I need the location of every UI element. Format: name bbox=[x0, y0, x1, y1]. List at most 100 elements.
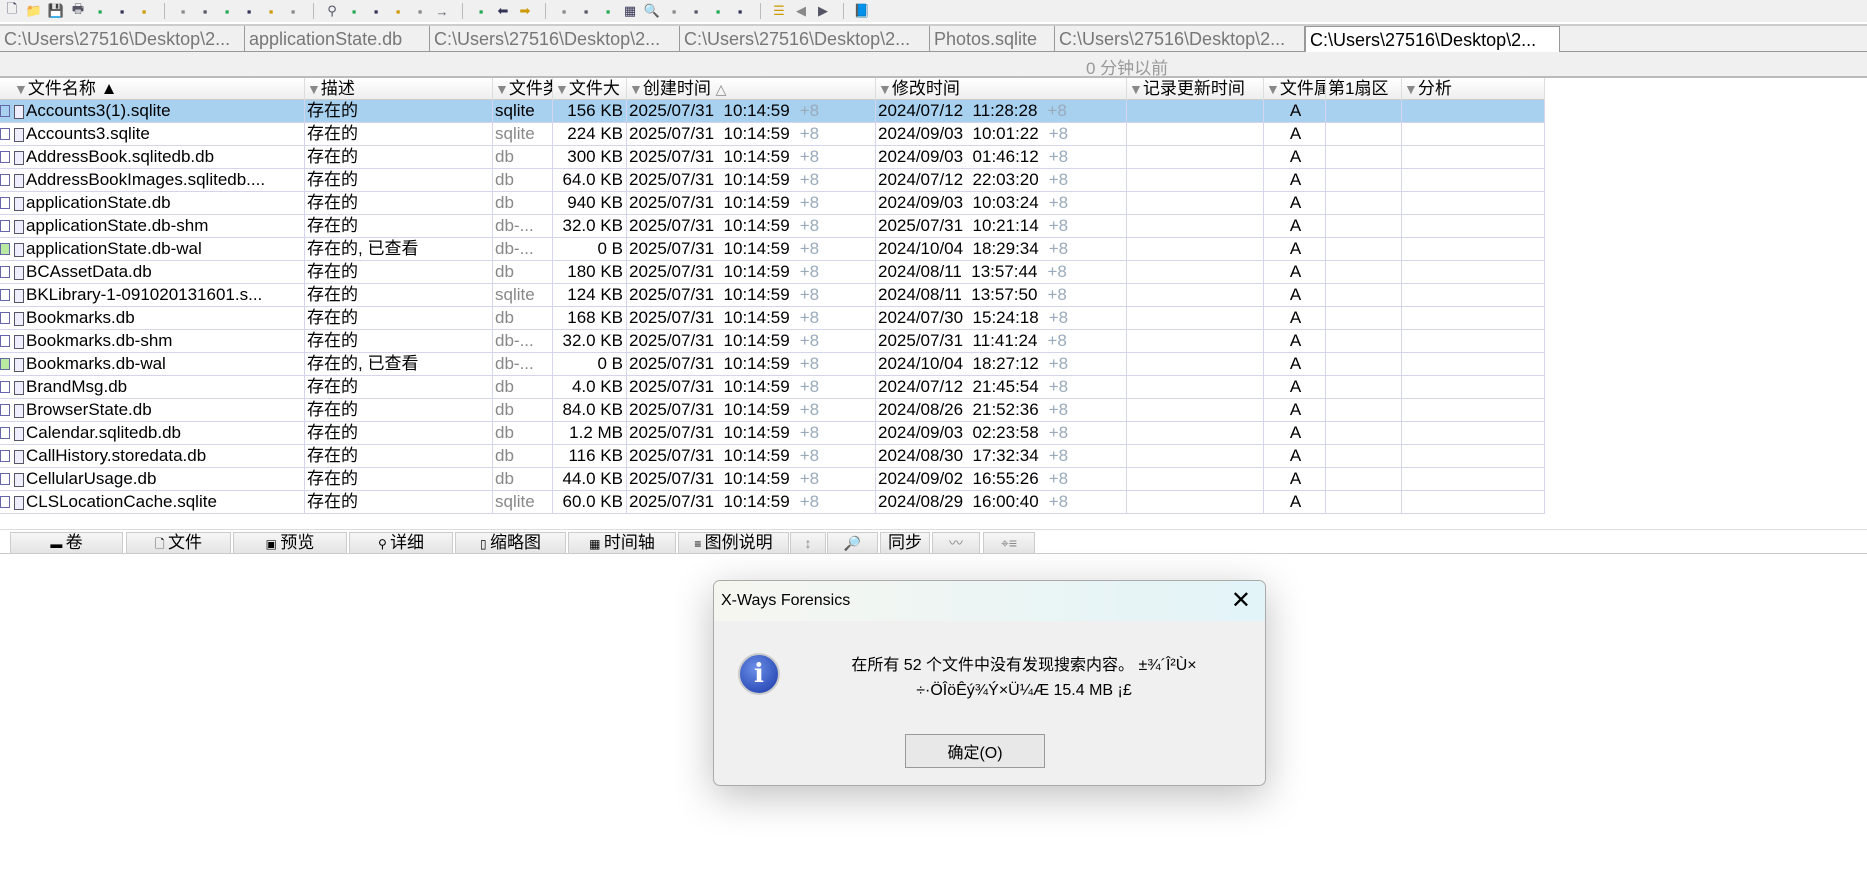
find-next-icon[interactable]: ▪ bbox=[388, 2, 408, 20]
bottom-tab[interactable]: ⚲ 详细 bbox=[349, 532, 453, 554]
find-icon[interactable]: ⚲ bbox=[322, 2, 342, 20]
right-icon[interactable]: ▶ bbox=[813, 2, 833, 20]
left-icon[interactable]: ◀ bbox=[791, 2, 811, 20]
wave-icon[interactable]: 〰 bbox=[932, 532, 980, 554]
row-checkbox[interactable] bbox=[0, 427, 10, 439]
table-row[interactable]: AddressBook.sqlitedb.db 存在的 db 300 KB 2025/0… bbox=[0, 146, 1545, 169]
bottom-tab[interactable]: ▦ 时间轴 bbox=[568, 532, 676, 554]
cut-icon[interactable]: ▪ bbox=[217, 2, 237, 20]
row-checkbox[interactable] bbox=[0, 450, 10, 462]
new-file-icon[interactable]: 🗋 bbox=[2, 1, 22, 20]
tools-icon[interactable]: ▪ bbox=[730, 2, 750, 20]
ok-button[interactable]: 确定(O) bbox=[905, 734, 1045, 768]
table-row[interactable]: CellularUsage.db 存在的 db 44.0 KB 2025/07/31 1… bbox=[0, 468, 1545, 491]
table-row[interactable]: AddressBookImages.sqlitedb.... 存在的 db 64.0 … bbox=[0, 169, 1545, 192]
row-checkbox[interactable] bbox=[0, 105, 10, 117]
col-record-updated[interactable]: ▼记录更新时间 bbox=[1127, 78, 1264, 100]
table-row[interactable]: Calendar.sqlitedb.db 存在的 db 1.2 MB 2025/07/3… bbox=[0, 422, 1545, 445]
row-checkbox[interactable] bbox=[0, 312, 10, 324]
document-tab[interactable]: C:\Users\27516\Desktop\2... bbox=[1055, 26, 1305, 52]
resize-icon[interactable]: ↕ bbox=[790, 532, 826, 554]
settings-icon[interactable]: ▪ bbox=[708, 2, 728, 20]
undo-icon[interactable]: ▪ bbox=[173, 2, 193, 20]
table-row[interactable]: applicationState.db-shm 存在的 db-... 32.0 KB 2… bbox=[0, 215, 1545, 238]
close-icon[interactable]: ✕ bbox=[1231, 586, 1251, 615]
help-icon[interactable]: 📘 bbox=[852, 2, 872, 20]
goto-icon[interactable]: → bbox=[432, 2, 452, 20]
crosshair-icon[interactable]: ⌖≡ bbox=[983, 532, 1035, 554]
bottom-tab[interactable]: ▬ 卷 bbox=[10, 532, 123, 554]
paste-special-icon[interactable]: ▪ bbox=[261, 2, 281, 20]
sync-button[interactable]: 同步 bbox=[880, 532, 930, 554]
row-checkbox[interactable] bbox=[0, 289, 10, 301]
open-folder-icon[interactable]: 📁 bbox=[24, 2, 44, 20]
ram-icon[interactable]: ▪ bbox=[598, 2, 618, 20]
table-row[interactable]: Accounts3(1).sqlite 存在的 sqlite 156 KB 2025/0… bbox=[0, 100, 1545, 123]
printer-setup-icon[interactable]: ▪ bbox=[90, 2, 110, 20]
col-created[interactable]: ▼创建时间 △ bbox=[627, 78, 876, 100]
table-row[interactable]: CLSLocationCache.sqlite 存在的 sqlite 60.0 KB 2… bbox=[0, 491, 1545, 514]
paste-icon[interactable]: ▪ bbox=[239, 2, 259, 20]
table-row[interactable]: CallHistory.storedata.db 存在的 db 116 KB 2025/… bbox=[0, 445, 1545, 468]
document-tab[interactable]: applicationState.db bbox=[245, 26, 430, 52]
find-hex-icon[interactable]: ▪ bbox=[344, 2, 364, 20]
goto-offset-icon[interactable]: ▪ bbox=[471, 2, 491, 20]
bottom-tab[interactable]: ▣ 预览 bbox=[233, 532, 347, 554]
find-next-hex-icon[interactable]: ▪ bbox=[410, 2, 430, 20]
row-checkbox[interactable] bbox=[0, 358, 10, 370]
search-icon[interactable]: 🔍 bbox=[642, 2, 662, 20]
calculator-icon[interactable]: ▦ bbox=[620, 2, 640, 20]
table-row[interactable]: BrandMsg.db 存在的 db 4.0 KB 2025/07/31 10:14:5… bbox=[0, 376, 1545, 399]
row-checkbox[interactable] bbox=[0, 335, 10, 347]
col-first-sector[interactable]: 第1扇区 bbox=[1326, 78, 1402, 100]
bottom-tab[interactable]: 🗋 文件 bbox=[126, 532, 231, 554]
table-row[interactable]: Bookmarks.db 存在的 db 168 KB 2025/07/31 10:14:… bbox=[0, 307, 1545, 330]
document-tab[interactable]: C:\Users\27516\Desktop\2... bbox=[0, 26, 245, 52]
print-icon[interactable]: 🖶 bbox=[68, 1, 88, 20]
row-checkbox[interactable] bbox=[0, 174, 10, 186]
row-checkbox[interactable] bbox=[0, 220, 10, 232]
row-checkbox[interactable] bbox=[0, 473, 10, 485]
row-checkbox[interactable] bbox=[0, 266, 10, 278]
table-row[interactable]: Accounts3.sqlite 存在的 sqlite 224 KB 2025/07/3… bbox=[0, 123, 1545, 146]
find-text-icon[interactable]: ▪ bbox=[366, 2, 386, 20]
save-icon[interactable]: 💾 bbox=[46, 2, 66, 20]
explorer-icon[interactable]: 🔎 bbox=[827, 532, 878, 554]
add-disk-icon[interactable]: ▪ bbox=[576, 2, 596, 20]
row-checkbox[interactable] bbox=[0, 128, 10, 140]
row-checkbox[interactable] bbox=[0, 496, 10, 508]
camera-icon[interactable]: ▪ bbox=[664, 2, 684, 20]
table-row[interactable]: BCAssetData.db 存在的 db 180 KB 2025/07/31 10:1… bbox=[0, 261, 1545, 284]
col-name[interactable]: ▼文件名称 ▲ bbox=[0, 78, 305, 100]
table-row[interactable]: BKLibrary-1-091020131601.s... 存在的 sqlite 12… bbox=[0, 284, 1545, 307]
row-checkbox[interactable] bbox=[0, 243, 10, 255]
table-row[interactable]: applicationState.db-wal 存在的, 已查看 db-... 0 B… bbox=[0, 238, 1545, 261]
document-tab[interactable]: C:\Users\27516\Desktop\2... bbox=[1305, 26, 1560, 53]
picture-icon[interactable]: ▪ bbox=[686, 2, 706, 20]
col-analysis[interactable]: ▼分析 bbox=[1402, 78, 1545, 100]
row-checkbox[interactable] bbox=[0, 151, 10, 163]
export-icon[interactable]: ▪ bbox=[134, 2, 154, 20]
list-icon[interactable]: ☰ bbox=[769, 2, 789, 20]
col-size[interactable]: ▼文件大 bbox=[553, 78, 627, 100]
col-type[interactable]: ▼文件类 bbox=[493, 78, 553, 100]
forward-icon[interactable]: ➡ bbox=[515, 2, 535, 20]
document-tab[interactable]: Photos.sqlite bbox=[930, 26, 1055, 52]
row-checkbox[interactable] bbox=[0, 404, 10, 416]
disk-icon[interactable]: ▪ bbox=[554, 2, 574, 20]
col-desc[interactable]: ▼描述 bbox=[305, 78, 493, 100]
table-row[interactable]: Bookmarks.db-wal 存在的, 已查看 db-... 0 B 2025/07… bbox=[0, 353, 1545, 376]
document-tab[interactable]: C:\Users\27516\Desktop\2... bbox=[430, 26, 680, 52]
row-checkbox[interactable] bbox=[0, 381, 10, 393]
col-modified[interactable]: ▼修改时间 bbox=[876, 78, 1127, 100]
hex-icon[interactable]: ▪ bbox=[283, 2, 303, 20]
col-attr[interactable]: ▼文件属性 bbox=[1264, 78, 1326, 100]
document-tab[interactable]: C:\Users\27516\Desktop\2... bbox=[680, 26, 930, 52]
row-checkbox[interactable] bbox=[0, 197, 10, 209]
copy-icon[interactable]: ▪ bbox=[195, 2, 215, 20]
back-icon[interactable]: ⬅ bbox=[493, 2, 513, 20]
table-row[interactable]: applicationState.db 存在的 db 940 KB 2025/07/31… bbox=[0, 192, 1545, 215]
bottom-tab[interactable]: ▯ 缩略图 bbox=[455, 532, 566, 554]
table-row[interactable]: BrowserState.db 存在的 db 84.0 KB 2025/07/31 10… bbox=[0, 399, 1545, 422]
bottom-tab[interactable]: ≡ 图例说明 bbox=[678, 532, 789, 554]
